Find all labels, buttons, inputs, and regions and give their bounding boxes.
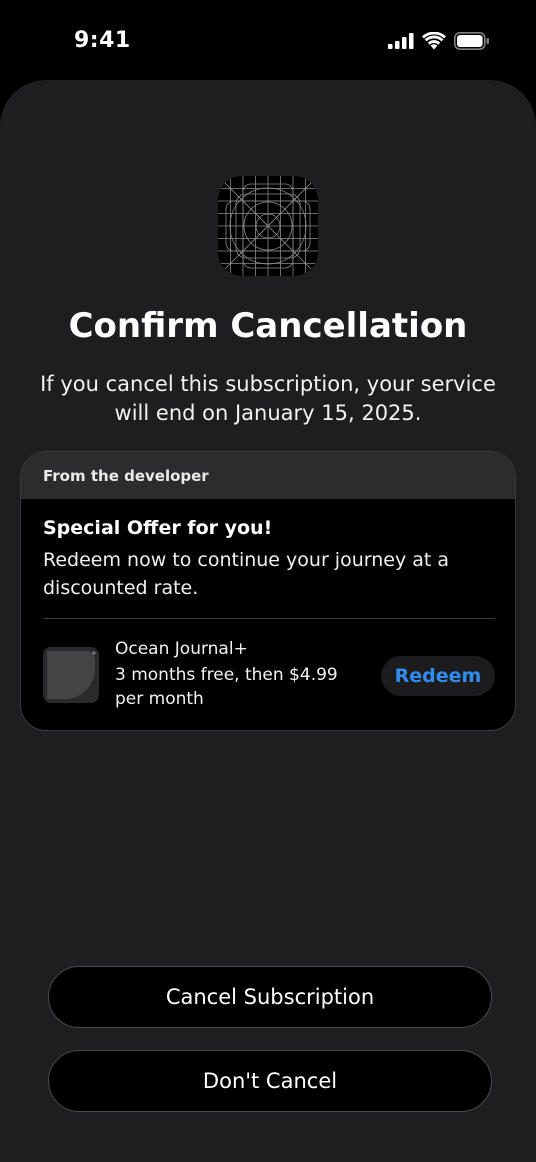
app-icon [218, 176, 318, 276]
product-placeholder-icon [47, 651, 96, 699]
cancellation-notice: If you cancel this subscription, your se… [40, 372, 496, 425]
redeem-button[interactable]: Redeem [381, 656, 495, 696]
product-terms: 3 months free, then $4.99 per month [115, 665, 338, 709]
cancel-subscription-button[interactable]: Cancel Subscription [48, 966, 492, 1028]
battery-icon [454, 32, 489, 50]
cellular-signal-icon [388, 33, 414, 49]
product-name: Ocean Journal+ [115, 639, 248, 659]
offer-headline: Special Offer for you! [43, 517, 273, 539]
status-bar: 9:41 [0, 0, 536, 80]
developer-offer-card: From the developer Special Offer for you… [20, 451, 516, 731]
offer-header: From the developer [21, 452, 515, 499]
app-icon-placeholder-grid-icon [218, 176, 318, 276]
offer-description: Redeem now to continue your journey at a… [43, 549, 450, 599]
page-title: Confirm Cancellation [68, 306, 468, 346]
status-icons [388, 32, 490, 50]
wifi-icon [422, 32, 446, 50]
status-time: 9:41 [74, 28, 131, 53]
offer-divider [43, 618, 495, 619]
product-thumbnail [43, 647, 99, 703]
dont-cancel-button[interactable]: Don't Cancel [48, 1050, 492, 1112]
